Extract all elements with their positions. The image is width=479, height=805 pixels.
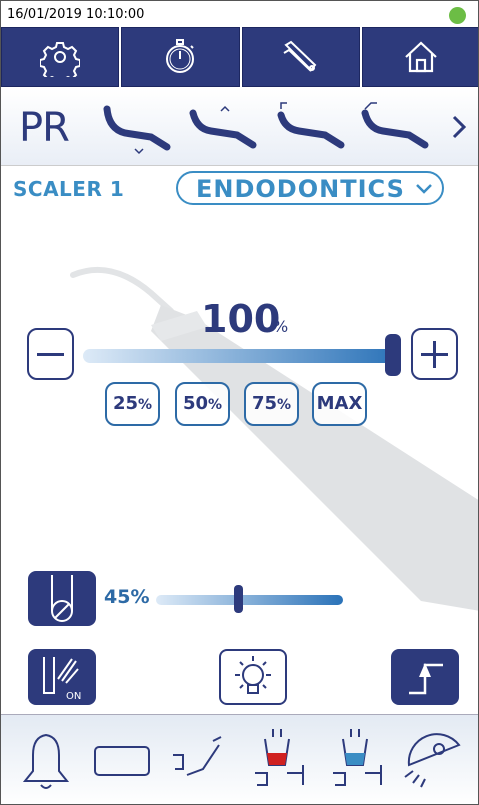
minus-icon (37, 353, 64, 356)
preset-label: MAX (316, 393, 363, 414)
timer-button[interactable] (121, 27, 240, 87)
preset-max-button[interactable]: MAX (312, 382, 367, 426)
program-button[interactable]: PR (19, 105, 70, 151)
bottom-bar (1, 714, 478, 804)
decrease-power-button[interactable] (27, 328, 74, 380)
chair-position-3-icon[interactable] (273, 99, 347, 155)
gear-icon (40, 42, 81, 77)
status-bar: 16/01/2019 10:10:00 (1, 1, 478, 29)
irrigation-icon (51, 575, 73, 622)
preset-25-button[interactable]: 25% (105, 382, 160, 426)
top-nav (1, 27, 478, 87)
irrigation-slider[interactable] (156, 595, 343, 605)
foot-pedal-icon (409, 663, 443, 695)
datetime-label: 16/01/2019 10:10:00 (7, 7, 145, 22)
home-icon (405, 41, 437, 73)
irrigation-toggle-button[interactable] (28, 571, 96, 626)
assistant-chair-icon[interactable] (167, 725, 237, 797)
scaler-illustration (70, 266, 478, 611)
spray-on-icon: ON (43, 657, 81, 702)
preset-label: 75 (251, 393, 278, 414)
stopwatch-icon (166, 39, 195, 73)
cup-fill-red-icon[interactable] (245, 725, 315, 797)
bell-icon[interactable] (11, 725, 81, 797)
light-icon (235, 656, 271, 694)
instruments-icon (283, 40, 316, 72)
chevron-right-icon[interactable] (450, 113, 468, 141)
status-indicator (449, 7, 466, 24)
preset-75-button[interactable]: 75% (244, 382, 299, 426)
increase-power-button[interactable] (411, 328, 458, 380)
operating-light-icon[interactable] (399, 725, 469, 797)
foot-pedal-button[interactable] (391, 649, 459, 705)
cup-fill-blue-icon[interactable] (323, 725, 393, 797)
dental-unit-screen: 16/01/2019 10:10:00 PR SCALER 1 ENDODONT… (0, 0, 479, 805)
spray-on-badge: ON (66, 691, 81, 702)
power-slider-handle[interactable] (385, 334, 401, 376)
instruments-button[interactable] (241, 27, 360, 87)
power-value: 100 (201, 297, 281, 341)
spray-button[interactable]: ON (28, 649, 96, 705)
light-button[interactable] (219, 649, 287, 705)
plus-icon-vertical (433, 341, 436, 368)
instrument-label: SCALER 1 (13, 177, 125, 201)
mode-value: ENDODONTICS (196, 175, 405, 203)
tray-icon[interactable] (87, 725, 157, 797)
power-unit: % (273, 317, 289, 336)
preset-unit: % (138, 397, 153, 413)
irrigation-slider-handle[interactable] (233, 585, 243, 613)
power-slider[interactable] (83, 349, 401, 363)
chevron-down-icon (416, 184, 432, 194)
preset-unit: % (208, 397, 223, 413)
chair-position-4-icon[interactable] (357, 99, 431, 155)
home-button[interactable] (361, 27, 478, 87)
chair-back-up-icon[interactable] (187, 99, 261, 155)
irrigation-value: 45% (104, 586, 150, 608)
settings-button[interactable] (1, 27, 120, 87)
mode-dropdown[interactable]: ENDODONTICS (176, 171, 444, 205)
chair-position-bar: PR (1, 89, 478, 166)
preset-50-button[interactable]: 50% (175, 382, 230, 426)
preset-label: 25 (112, 393, 139, 414)
preset-unit: % (277, 397, 292, 413)
preset-label: 50 (182, 393, 209, 414)
chair-down-icon[interactable] (101, 99, 175, 155)
